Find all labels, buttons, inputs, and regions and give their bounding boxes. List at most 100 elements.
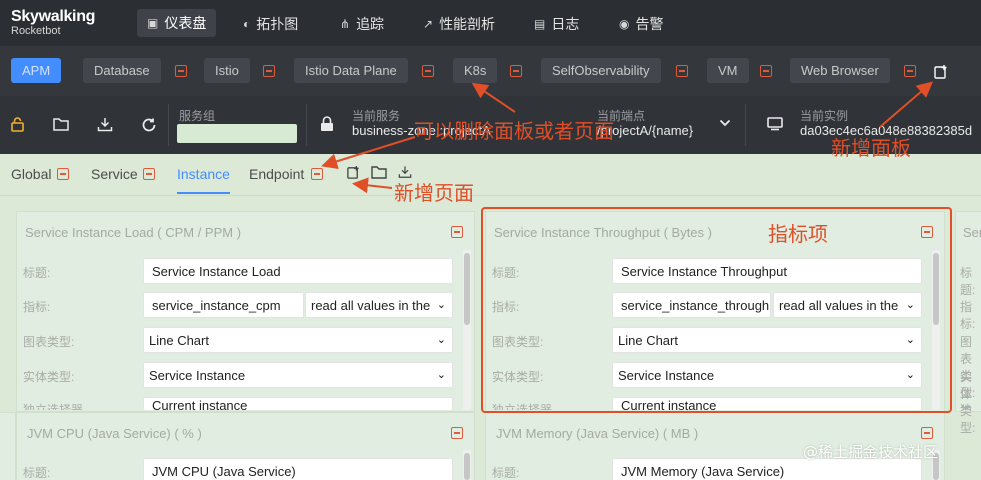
remove-template-istio-icon[interactable] <box>263 65 275 77</box>
lock-icon[interactable] <box>11 117 24 136</box>
remove-page-global-icon[interactable] <box>57 168 69 180</box>
panel-title-input[interactable]: JVM CPU (Java Service) <box>143 458 453 480</box>
chart-type-select[interactable]: Line Chart ⌄ <box>143 327 453 353</box>
metric-name-input[interactable]: service_instance_cpm <box>143 292 304 318</box>
entity-type-select[interactable]: Service Instance ⌄ <box>143 362 453 388</box>
service-group-input[interactable] <box>177 124 297 143</box>
current-service-label: 当前服务 <box>352 109 401 123</box>
nav-profile-label: 性能剖析 <box>439 16 496 32</box>
page-tab-instance[interactable]: Instance <box>177 166 230 182</box>
folder-icon[interactable] <box>53 117 69 135</box>
toolbar-divider <box>745 104 746 146</box>
top-navigation-bar: Skywalking Rocketbot ▣ 仪表盘 ◐ 拓扑图 ⋔ 追踪 ↗ … <box>0 0 981 46</box>
toolbar-divider <box>306 104 307 146</box>
brand-subtitle: Rocketbot <box>11 25 61 37</box>
metric-item-highlight-box <box>481 207 952 413</box>
import-page-folder-icon[interactable] <box>371 165 387 182</box>
metric-label: 指标: <box>960 300 976 331</box>
dashboard-icon: ▣ <box>147 16 159 30</box>
nav-trace-label: 追踪 <box>356 16 385 32</box>
remove-panel-icon[interactable] <box>451 427 463 439</box>
service-group-label: 服务组 <box>179 109 216 123</box>
nav-log[interactable]: ▤ 日志 <box>534 14 579 34</box>
refresh-icon[interactable] <box>141 117 157 137</box>
topology-icon: ◐ <box>243 17 251 31</box>
log-icon: ▤ <box>534 17 546 31</box>
remove-template-database-icon[interactable] <box>175 65 187 77</box>
panel-partial-left <box>0 412 16 480</box>
add-template-icon[interactable] <box>933 64 949 80</box>
independent-selector-label: 独立选择器 <box>23 403 84 410</box>
annotation-add-page: 新增页面 <box>394 181 474 205</box>
independent-selector-label: 独立选择器 <box>960 403 973 410</box>
panel-scrollbar[interactable] <box>463 450 471 480</box>
chevron-down-icon: ⌄ <box>436 369 446 381</box>
chart-type-value: Line Chart <box>149 333 209 348</box>
independent-selector-input[interactable]: Current instance <box>143 397 453 410</box>
template-tab-web-browser[interactable]: Web Browser <box>790 58 890 83</box>
nav-topology-label: 拓扑图 <box>256 16 299 32</box>
trace-icon: ⋔ <box>340 17 351 31</box>
toolbar-divider <box>168 104 169 146</box>
nav-alarm-label: 告警 <box>635 16 664 32</box>
title-label: 标题: <box>23 466 51 480</box>
template-tab-database[interactable]: Database <box>83 58 161 83</box>
remove-template-web-browser-icon[interactable] <box>904 65 916 77</box>
nav-topology[interactable]: ◐ 拓扑图 <box>243 14 298 34</box>
chevron-down-icon: ⌄ <box>436 299 446 311</box>
remove-template-k8s-icon[interactable] <box>510 65 522 77</box>
title-label: 标题: <box>23 266 51 280</box>
panel-title-input[interactable]: Service Instance Load <box>143 258 453 284</box>
metric-mode-value: read all values in the <box>311 298 431 313</box>
page-tab-endpoint[interactable]: Endpoint <box>249 166 304 182</box>
page-tab-service[interactable]: Service <box>91 166 138 182</box>
nav-profile[interactable]: ↗ 性能剖析 <box>423 14 495 34</box>
chart-type-label: 图表类型: <box>23 335 75 349</box>
template-tab-istio[interactable]: Istio <box>204 58 250 83</box>
panel-title: Ser <box>963 225 981 240</box>
template-tab-k8s[interactable]: K8s <box>453 58 498 83</box>
page-tab-global[interactable]: Global <box>11 166 51 182</box>
panel-title: JVM CPU (Java Service) ( % ) <box>27 426 202 441</box>
add-page-icon[interactable] <box>346 165 361 183</box>
nav-alarm[interactable]: ◉ 告警 <box>619 14 663 34</box>
title-label: 标题: <box>492 466 520 480</box>
template-tab-istio-data-plane[interactable]: Istio Data Plane <box>294 58 408 83</box>
entity-type-label: 实体类型: <box>23 370 75 384</box>
active-tab-indicator <box>177 192 230 194</box>
download-icon[interactable] <box>97 117 113 136</box>
instance-icon <box>767 117 783 135</box>
remove-panel-icon[interactable] <box>451 226 463 238</box>
title-label: 标题: <box>960 266 976 297</box>
skywalking-logo[interactable]: Skywalking Rocketbot <box>11 8 95 38</box>
chevron-down-icon[interactable] <box>719 116 731 131</box>
entity-type-value: Service Instance <box>149 368 246 383</box>
nav-trace[interactable]: ⋔ 追踪 <box>340 14 384 34</box>
remove-page-service-icon[interactable] <box>143 168 155 180</box>
current-instance-label: 当前实例 <box>800 109 849 123</box>
service-icon <box>320 116 334 136</box>
metric-label: 指标: <box>23 300 51 314</box>
template-tab-apm[interactable]: APM <box>11 58 62 83</box>
alarm-icon: ◉ <box>619 17 630 31</box>
remove-panel-icon[interactable] <box>921 427 933 439</box>
annotation-delete-panel: 可以删除面板或者页面 <box>414 119 614 143</box>
panel-scrollbar[interactable] <box>463 250 471 410</box>
template-tab-vm[interactable]: VM <box>707 58 749 83</box>
watermark-text: @稀土掘金技术社区 <box>803 443 939 461</box>
nav-dashboard-label: 仪表盘 <box>164 15 207 31</box>
profile-icon: ↗ <box>423 17 434 31</box>
scrollbar-thumb[interactable] <box>464 453 470 480</box>
nav-dashboard[interactable]: ▣ 仪表盘 <box>137 9 217 37</box>
scrollbar-thumb[interactable] <box>464 253 470 325</box>
template-tab-selfobservability[interactable]: SelfObservability <box>541 58 661 83</box>
brand-name: Skywalking <box>11 8 96 25</box>
nav-log-label: 日志 <box>551 16 580 32</box>
panel-title: JVM Memory (Java Service) ( MB ) <box>496 426 699 441</box>
remove-template-vm-icon[interactable] <box>760 65 772 77</box>
remove-page-endpoint-icon[interactable] <box>311 168 323 180</box>
remove-template-istio-data-plane-icon[interactable] <box>422 65 434 77</box>
remove-template-selfobservability-icon[interactable] <box>676 65 688 77</box>
metric-mode-select[interactable]: read all values in the ⌄ <box>305 292 453 318</box>
panel-title: Service Instance Load ( CPM / PPM ) <box>25 225 242 240</box>
